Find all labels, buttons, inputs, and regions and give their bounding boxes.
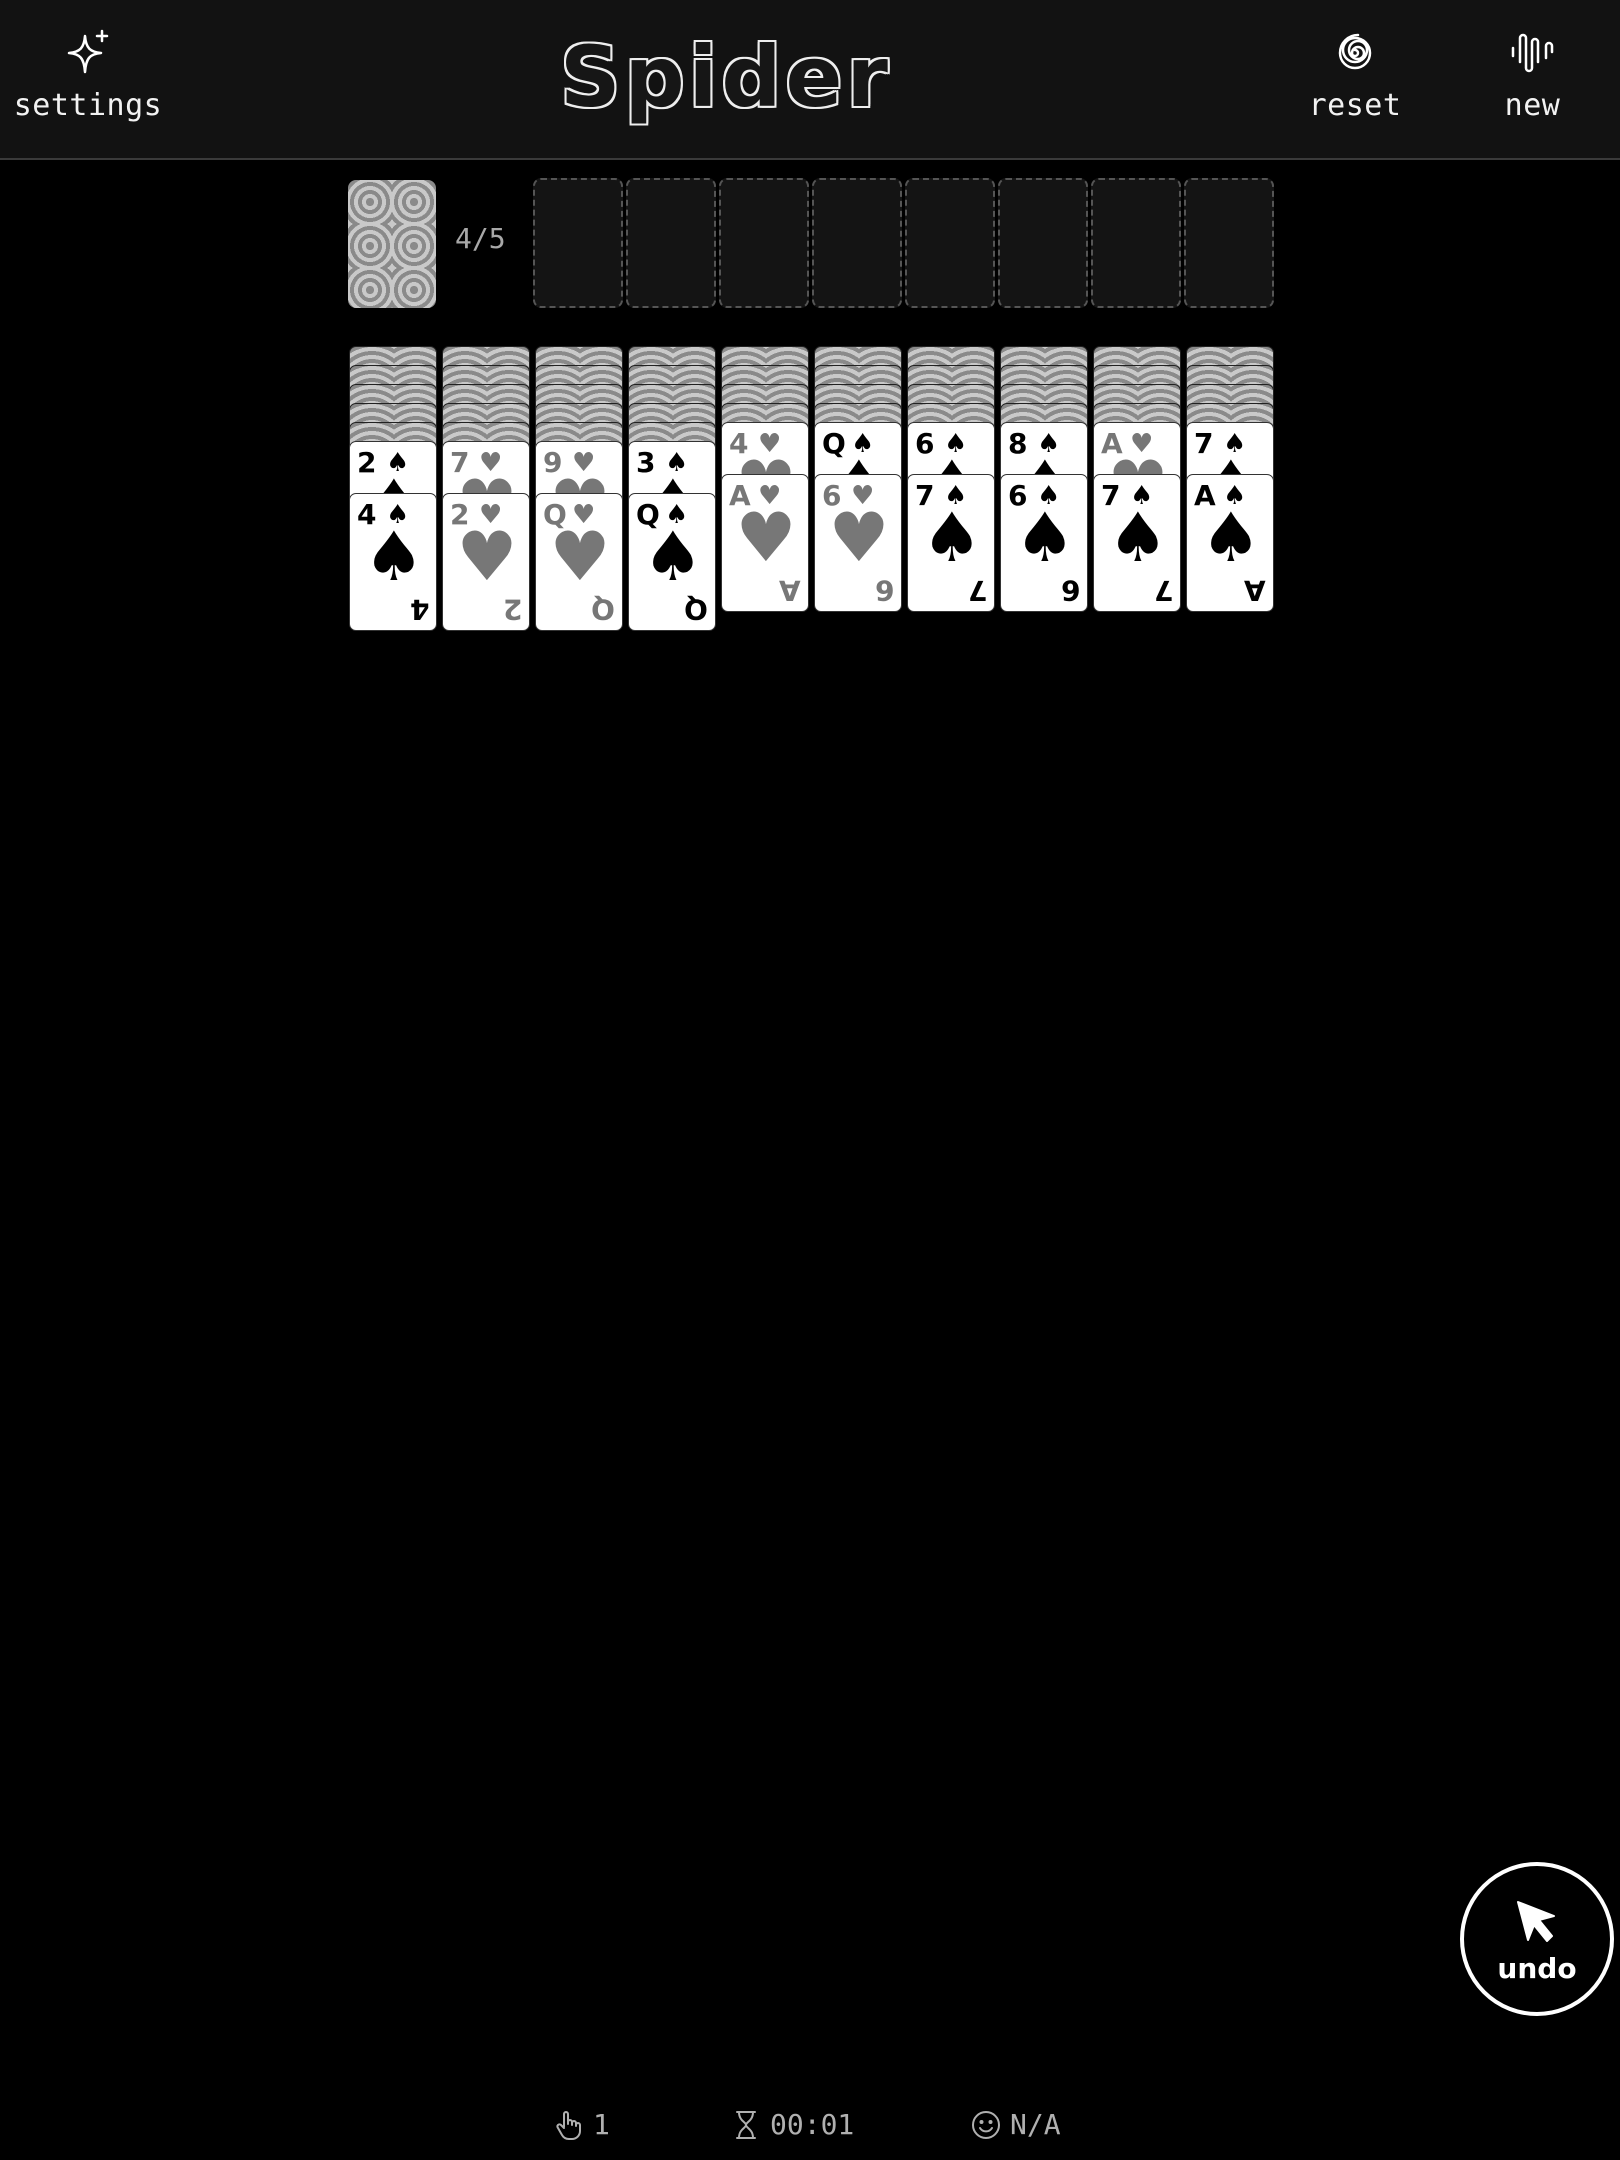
playing-card[interactable]: A♥♥A [721, 474, 809, 612]
card-rank-inverted: A [1244, 574, 1266, 607]
moves-count: 1 [593, 2108, 610, 2141]
card-rank-inverted: 7 [1153, 574, 1173, 607]
reset-button[interactable]: reset [1290, 28, 1420, 123]
card-rank-inverted: Q [684, 593, 708, 626]
playing-card[interactable]: 6 ♥ ♥ 6 [814, 474, 902, 612]
settings-label: settings [13, 88, 163, 123]
card-suit-center: ♠ [921, 499, 983, 578]
playing-card[interactable]: 2 ♥ ♥ 2 [442, 493, 530, 631]
card-rank-inverted: Q [591, 593, 615, 626]
undo-button[interactable]: undo [1460, 1862, 1614, 2016]
card-rank-inverted: 7 [967, 574, 987, 607]
playing-card[interactable]: Q♠♠Q [628, 493, 716, 631]
waveform-icon [1511, 33, 1553, 73]
foundation-slot [998, 178, 1088, 308]
playing-card[interactable]: 6♠♠6 [1000, 474, 1088, 612]
playing-card[interactable]: Q ♥ ♥ Q [535, 493, 623, 631]
foundation-slot [905, 178, 995, 308]
moves-stat: 1 [553, 2108, 610, 2141]
settings-button[interactable]: settings [14, 28, 162, 123]
score-stat: N/A [970, 2108, 1061, 2141]
top-bar: settings Spider reset new [0, 0, 1620, 160]
undo-label: undo [1497, 1951, 1577, 1985]
foundation-slot [812, 178, 902, 308]
card-rank-inverted: 6 [874, 574, 894, 607]
foundation-slot [1184, 178, 1274, 308]
playing-card[interactable]: 7♠♠7 [1093, 474, 1181, 612]
reset-label: reset [1308, 88, 1402, 123]
sparkle-icon [67, 29, 109, 74]
card-suit-center: ♠ [1014, 499, 1076, 578]
foundation-slot [626, 178, 716, 308]
game-title: Spider [560, 28, 892, 126]
smiley-icon [972, 2110, 1000, 2139]
card-rank-inverted: 2 [502, 593, 522, 626]
playing-card[interactable]: A ♠ ♠ A [1186, 474, 1274, 612]
card-suit-center: ♥ [549, 518, 611, 597]
card-suit-center: ♠ [1107, 499, 1169, 578]
playing-card[interactable]: 7♠♠7 [907, 474, 995, 612]
hourglass-icon [736, 2110, 756, 2139]
elapsed-time: 00:01 [770, 2108, 855, 2141]
card-suit-center: ♥ [456, 518, 518, 597]
new-label: new [1504, 88, 1561, 123]
spiral-icon [1338, 33, 1372, 70]
stock-deals-remaining: 4/5 [455, 222, 506, 255]
cursor-arrow-icon [1517, 1900, 1555, 1942]
score-value: N/A [1010, 2108, 1061, 2141]
hand-pointer-icon [556, 2110, 581, 2140]
foundation-slot [1091, 178, 1181, 308]
card-rank-inverted: 4 [409, 593, 429, 626]
card-suit-center: ♠ [363, 518, 425, 597]
foundation-slot [719, 178, 809, 308]
card-suit-center: ♠ [642, 518, 704, 597]
card-suit-center: ♥ [828, 499, 890, 578]
card-suit-center: ♥ [735, 499, 797, 578]
card-suit-center: ♠ [1200, 499, 1262, 578]
card-rank-inverted: 6 [1060, 574, 1080, 607]
stock-pile[interactable] [348, 180, 436, 308]
new-game-button[interactable]: new [1485, 28, 1580, 123]
card-rank-inverted: A [779, 574, 801, 607]
timer-stat: 00:01 [730, 2108, 854, 2141]
playing-card[interactable]: 4 ♠ ♠ 4 [349, 493, 437, 631]
foundation-slot [533, 178, 623, 308]
